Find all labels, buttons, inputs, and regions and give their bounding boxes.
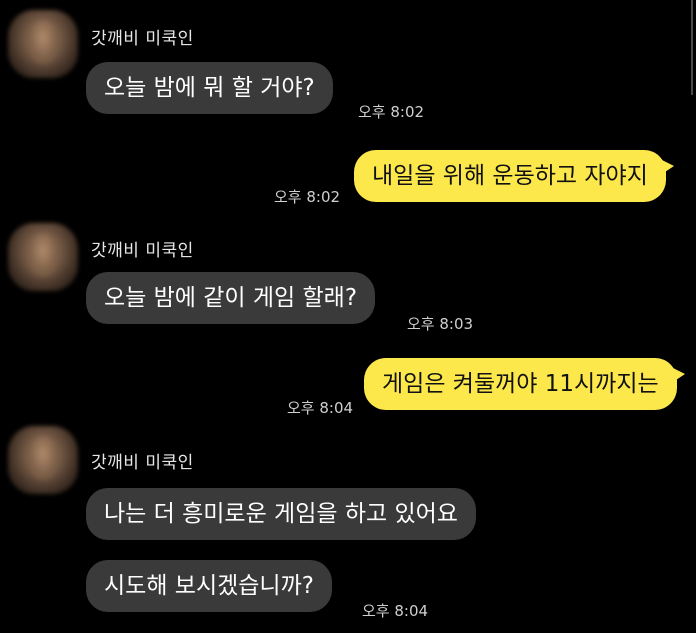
- incoming-message-bubble[interactable]: 시도해 보시겠습니까?: [86, 560, 332, 612]
- sender-name: 갓깨비 미쿡인: [91, 453, 194, 473]
- avatar-face: [26, 436, 60, 480]
- outgoing-message-bubble[interactable]: 게임은 켜둘꺼야 11시까지는: [364, 358, 685, 410]
- scroll-indicator[interactable]: [691, 0, 693, 95]
- message-timestamp: 오후 8:04: [287, 399, 354, 417]
- avatar[interactable]: [8, 223, 78, 291]
- message-timestamp: 오후 8:02: [358, 103, 425, 121]
- message-timestamp: 오후 8:04: [362, 602, 429, 620]
- avatar[interactable]: [8, 426, 78, 494]
- sender-name: 갓깨비 미쿡인: [91, 241, 194, 261]
- message-timestamp: 오후 8:03: [407, 315, 474, 333]
- message-timestamp: 오후 8:02: [274, 188, 341, 206]
- avatar-face: [26, 20, 60, 64]
- avatar-face: [26, 233, 60, 277]
- avatar[interactable]: [8, 10, 78, 78]
- outgoing-message-bubble[interactable]: 내일을 위해 운동하고 자야지: [354, 150, 674, 202]
- incoming-message-bubble[interactable]: 오늘 밤에 뭐 할 거야?: [86, 62, 333, 114]
- incoming-message-bubble[interactable]: 나는 더 흥미로운 게임을 하고 있어요: [86, 488, 476, 540]
- chat-view: 갓깨비 미쿡인 오늘 밤에 뭐 할 거야? 오후 8:02 내일을 위해 운동하…: [0, 0, 696, 633]
- sender-name: 갓깨비 미쿡인: [91, 29, 194, 49]
- incoming-message-bubble[interactable]: 오늘 밤에 같이 게임 할래?: [86, 272, 376, 324]
